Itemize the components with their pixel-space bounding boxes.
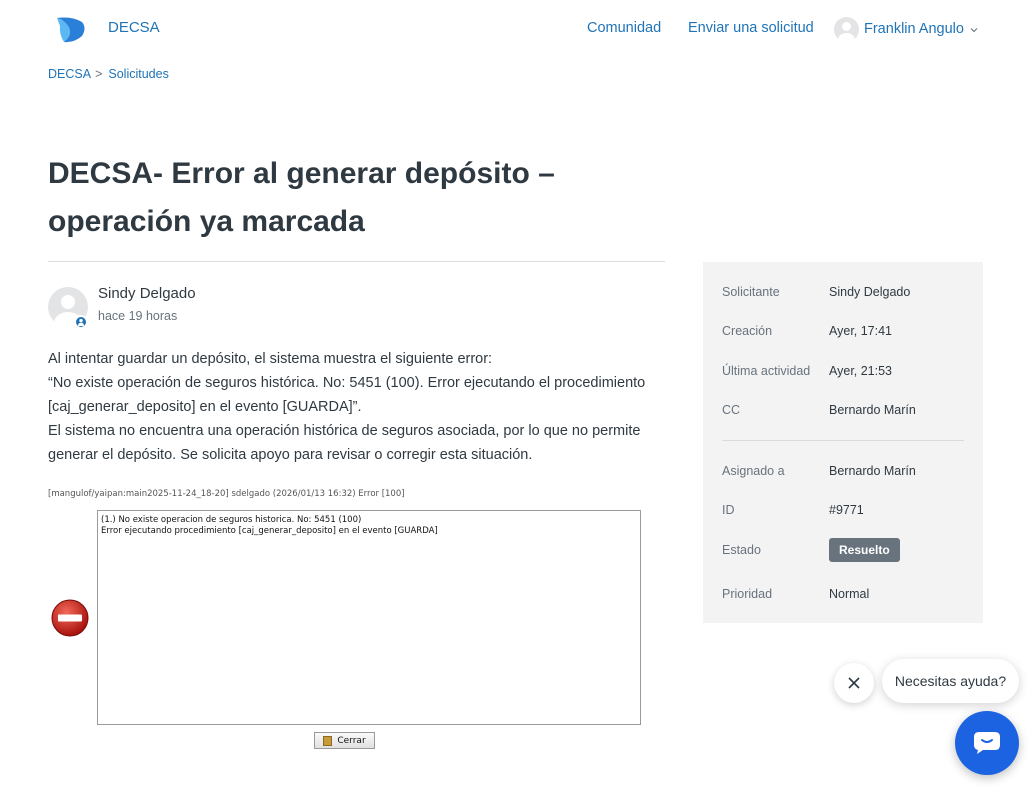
- chevron-down-icon: [970, 28, 978, 33]
- detail-label: Asignado a: [722, 464, 785, 478]
- error-message-box: (1.) No existe operacion de seguros hist…: [97, 510, 641, 725]
- site-header: DECSA Comunidad Enviar una solicitud Fra…: [0, 0, 1031, 56]
- details-divider: [722, 440, 964, 441]
- request-title: DECSA- Error al generar depósito – opera…: [48, 157, 555, 238]
- close-button[interactable]: Cerrar: [314, 732, 375, 749]
- decsa-logo-icon[interactable]: [54, 14, 88, 44]
- author-name: Sindy Delgado: [98, 285, 196, 302]
- detail-label: Solicitante: [722, 285, 780, 299]
- breadcrumb-requests[interactable]: Solicitudes: [108, 67, 168, 81]
- detail-value: Sindy Delgado: [829, 285, 911, 299]
- user-avatar: [834, 16, 859, 42]
- user-name: Franklin Angulo: [864, 21, 964, 37]
- breadcrumb: DECSA > Solicitudes: [48, 67, 169, 81]
- detail-value: #9771: [829, 503, 864, 517]
- request-body: Al intentar guardar un depósito, el sist…: [48, 347, 648, 467]
- close-icon: [848, 677, 860, 689]
- body-paragraph: “No existe operación de seguros históric…: [48, 375, 646, 415]
- close-button-label: Cerrar: [337, 735, 366, 746]
- detail-value: Ayer, 21:53: [829, 364, 893, 378]
- detail-value: Bernardo Marín: [829, 464, 916, 478]
- detail-value: Bernardo Marín: [829, 403, 916, 417]
- screenshot-caption: [mangulof/yaipan:main2025-11-24_18-20] s…: [48, 489, 405, 499]
- breadcrumb-home[interactable]: DECSA: [48, 67, 91, 81]
- detail-label: Creación: [722, 324, 773, 338]
- detail-label: Estado: [722, 543, 761, 557]
- door-icon: [323, 735, 333, 746]
- detail-value: Normal: [829, 587, 870, 601]
- user-menu[interactable]: Franklin Angulo: [834, 16, 978, 42]
- status-badge: Resuelto: [829, 538, 900, 562]
- author-timestamp: hace 19 horas: [98, 309, 178, 323]
- title-divider: [48, 261, 665, 262]
- detail-label: Última actividad: [722, 364, 811, 378]
- stop-sign-icon: [51, 599, 89, 637]
- nav-submit-request-link[interactable]: Enviar una solicitud: [688, 20, 814, 36]
- request-details-panel: Solicitante Sindy Delgado Creación Ayer,…: [703, 262, 983, 623]
- detail-label: CC: [722, 403, 741, 417]
- help-prompt-bubble[interactable]: Necesitas ayuda?: [882, 659, 1019, 703]
- detail-label: Prioridad: [722, 587, 773, 601]
- error-line: (1.) No existe operacion de seguros hist…: [101, 515, 362, 525]
- agent-badge-icon: [74, 315, 88, 329]
- body-paragraph: Al intentar guardar un depósito, el sist…: [48, 351, 493, 367]
- detail-value: Ayer, 17:41: [829, 324, 893, 338]
- help-close-button[interactable]: [834, 663, 874, 703]
- error-line: Error ejecutando procedimiento [caj_gene…: [101, 526, 438, 536]
- nav-community-link[interactable]: Comunidad: [587, 20, 661, 36]
- detail-label: ID: [722, 503, 735, 517]
- chat-launcher-button[interactable]: [955, 711, 1019, 775]
- body-paragraph: El sistema no encuentra una operación hi…: [48, 423, 641, 463]
- breadcrumb-separator: >: [95, 67, 103, 81]
- chat-icon: [974, 732, 1000, 754]
- brand-name[interactable]: DECSA: [108, 19, 160, 36]
